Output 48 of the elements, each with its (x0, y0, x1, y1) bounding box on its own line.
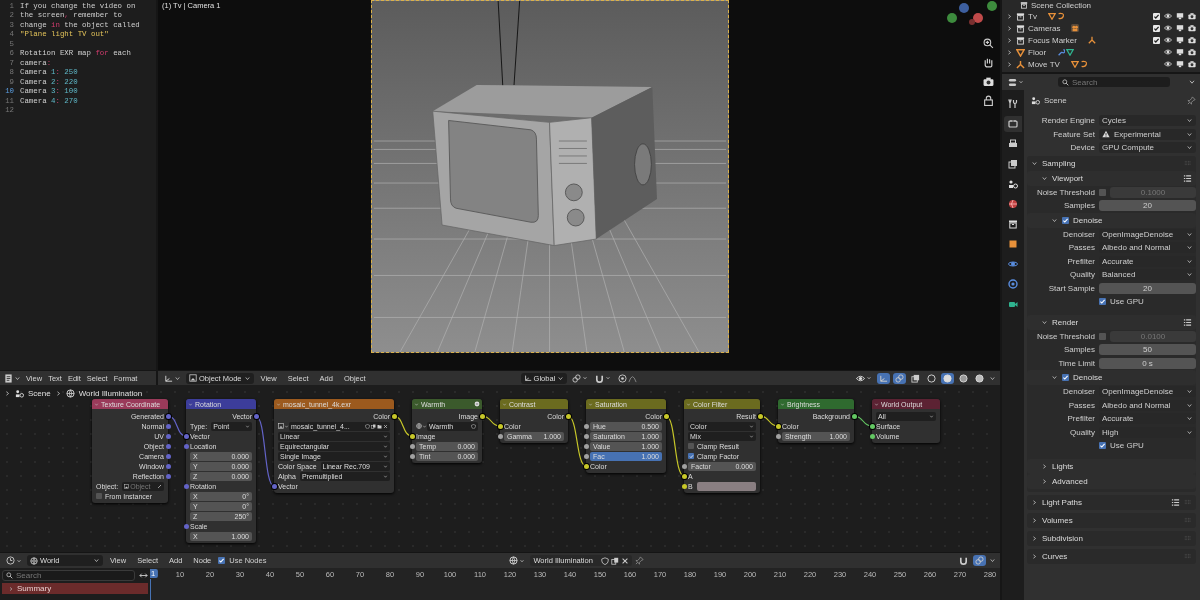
property-label: Device (1069, 143, 1095, 153)
breadcrumb-item[interactable]: World Illumination (78, 389, 143, 398)
checkbox-label: Use GPU (1110, 441, 1144, 451)
property-label: Denoiser (1062, 387, 1095, 397)
number-field[interactable]: 20 (1099, 282, 1196, 294)
number-field[interactable]: 0 s (1099, 357, 1196, 369)
dropdown[interactable]: Cycles (1099, 115, 1196, 127)
breadcrumb-item[interactable]: Scene (28, 389, 51, 398)
property-label: Prefilter (1066, 256, 1095, 266)
property-label: Passes (1067, 243, 1095, 253)
panel-header[interactable]: Curves (1027, 548, 1196, 564)
property-label: Feature Set (1052, 129, 1095, 139)
outliner-item[interactable]: Scene Collection (1031, 0, 1092, 10)
search-field[interactable]: Search (1058, 77, 1170, 87)
property-label: Passes (1067, 400, 1095, 410)
property-label: Start Sample (1047, 283, 1095, 293)
panel-header[interactable]: Lights (1027, 458, 1196, 474)
channel-row[interactable]: Summary (2, 583, 148, 594)
property-label: Noise Threshold (1035, 187, 1095, 197)
checkbox-label: Use GPU (1110, 297, 1144, 307)
outliner-item[interactable]: Focus Marker (1028, 35, 1077, 45)
property-label: Render Engine (1040, 116, 1095, 126)
outliner-item[interactable]: Tv (1028, 11, 1037, 21)
panel-header[interactable]: Light Paths (1027, 494, 1196, 510)
property-label: Samples (1062, 345, 1095, 355)
panel-header[interactable]: Sampling (1027, 155, 1196, 171)
outliner-item[interactable]: Move TV (1028, 59, 1060, 69)
outliner-item[interactable]: Cameras (1028, 23, 1061, 33)
property-label: Noise Threshold (1035, 331, 1095, 341)
dropdown[interactable]: Experimental (1099, 128, 1196, 140)
number-field[interactable]: 20 (1099, 200, 1196, 212)
outliner-item[interactable]: Floor (1028, 47, 1047, 57)
panel-header[interactable]: Viewport (1027, 170, 1196, 186)
property-label: Denoiser (1062, 229, 1095, 239)
dropdown[interactable]: GPU Compute (1099, 142, 1196, 154)
property-label: Quality (1069, 427, 1095, 437)
property-label: Prefilter (1066, 414, 1095, 424)
search-field[interactable]: Search (2, 570, 135, 581)
panel-header[interactable]: Render (1027, 314, 1196, 330)
number-field[interactable]: 50 (1099, 344, 1196, 356)
property-label: Samples (1062, 201, 1095, 211)
panel-header[interactable]: Denoise (1027, 370, 1196, 385)
panel-header[interactable]: Volumes (1027, 512, 1196, 528)
property-label: Time Limit (1057, 358, 1095, 368)
panel-header[interactable]: Denoise (1027, 212, 1196, 228)
panel-header[interactable]: Subdivision (1027, 530, 1196, 546)
property-label: Quality (1069, 270, 1095, 280)
context-label: Scene (1044, 95, 1068, 105)
